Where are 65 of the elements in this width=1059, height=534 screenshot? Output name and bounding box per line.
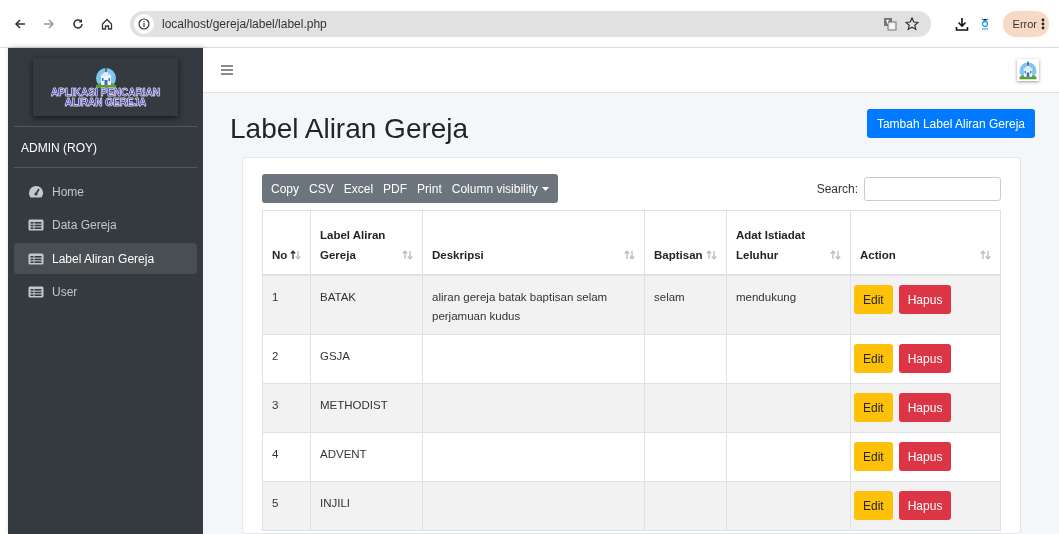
table-cell: 5 xyxy=(272,497,279,509)
gauge-icon xyxy=(28,185,44,198)
edit-button[interactable]: Edit xyxy=(854,344,893,373)
edit-button[interactable]: Edit xyxy=(854,393,893,422)
church-icon xyxy=(1017,59,1039,81)
logo-text: ALIRAN GEREJA xyxy=(64,98,147,108)
logo-text: APLIKASI PENCARIAN xyxy=(51,88,160,98)
download-icon[interactable] xyxy=(954,16,969,31)
export-button[interactable]: CSV xyxy=(304,174,339,203)
forward-icon[interactable] xyxy=(43,17,55,30)
table-cell: selam xyxy=(654,291,685,303)
page-title: Label Aliran Gereja xyxy=(230,113,469,145)
table-cell: INJILI xyxy=(320,497,351,509)
export-button[interactable]: PDF xyxy=(378,174,413,203)
url-text: localhost/gereja/label/label.php xyxy=(162,16,328,31)
translate-icon[interactable] xyxy=(882,16,897,31)
user-name: ADMIN (ROY) xyxy=(20,140,98,157)
sidebar-item[interactable]: Label Aliran Gereja xyxy=(14,243,197,274)
edit-button[interactable]: Edit xyxy=(854,285,893,314)
extension-icon[interactable] xyxy=(980,17,989,30)
caret-icon xyxy=(541,186,549,191)
profile-error-button[interactable]: Error xyxy=(1002,10,1049,37)
sidebar-item[interactable]: Data Gereja xyxy=(14,209,197,241)
column-header[interactable]: Action xyxy=(860,245,896,265)
delete-button[interactable]: Hapus xyxy=(898,285,952,314)
table-cell: 4 xyxy=(272,448,279,460)
back-icon[interactable] xyxy=(14,17,26,30)
home-icon[interactable] xyxy=(101,17,113,30)
export-button[interactable]: Print xyxy=(412,174,447,203)
table-cell: mendukung xyxy=(736,291,797,303)
more-icon[interactable] xyxy=(1041,17,1045,30)
table-cell: 3 xyxy=(272,399,279,411)
export-button[interactable]: Excel xyxy=(338,174,379,203)
table-cell: aliran gereja batak baptisan selam perjamuan kudus xyxy=(432,291,608,322)
table-icon xyxy=(28,286,44,298)
delete-button[interactable]: Hapus xyxy=(898,442,952,471)
column-header[interactable]: Deskripsi xyxy=(432,245,484,265)
table-icon xyxy=(28,219,44,231)
column-header[interactable]: Baptisan xyxy=(654,245,703,265)
table-cell: METHODIST xyxy=(320,399,388,411)
table-icon xyxy=(28,252,44,265)
user-avatar[interactable] xyxy=(1017,59,1039,81)
column-header[interactable]: No xyxy=(272,245,288,265)
delete-button[interactable]: Hapus xyxy=(898,393,952,422)
table-cell: 1 xyxy=(272,291,279,303)
menu-icon[interactable] xyxy=(221,65,233,75)
sidebar-item[interactable]: User xyxy=(14,276,197,308)
delete-button[interactable]: Hapus xyxy=(898,344,952,373)
edit-button[interactable]: Edit xyxy=(854,442,893,471)
table-cell: 2 xyxy=(272,350,279,362)
star-icon[interactable] xyxy=(904,16,919,31)
edit-button[interactable]: Edit xyxy=(854,491,893,520)
export-button[interactable]: Copy xyxy=(266,174,304,203)
sidebar-item[interactable]: Home xyxy=(14,176,197,207)
table-cell: BATAK xyxy=(320,291,356,303)
table-cell: GSJA xyxy=(320,350,351,362)
reload-icon[interactable] xyxy=(72,17,84,30)
column-visibility-dropdown[interactable]: Column visibility xyxy=(446,174,554,203)
info-icon[interactable] xyxy=(138,17,150,30)
delete-button[interactable]: Hapus xyxy=(898,491,952,520)
table-cell: ADVENT xyxy=(320,448,367,460)
search-label: Search: xyxy=(816,181,858,196)
add-label-button[interactable]: Tambah Label Aliran Gereja xyxy=(866,109,1035,138)
search-field[interactable] xyxy=(864,176,1001,201)
address-bar[interactable]: localhost/gereja/label/label.php xyxy=(130,10,931,37)
